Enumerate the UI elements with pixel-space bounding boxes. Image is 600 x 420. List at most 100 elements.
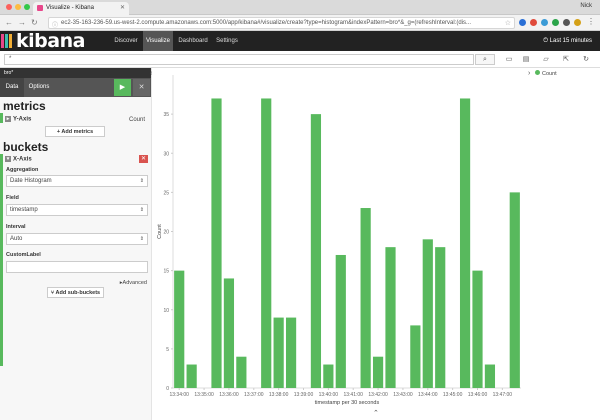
time-picker[interactable]: 🕘︎ Last 15 minutes: [543, 38, 592, 45]
histogram-bar[interactable]: [310, 114, 322, 388]
collapse-sidebar-icon[interactable]: ‹: [150, 70, 152, 77]
aggregation-label: Aggregation: [6, 167, 39, 173]
collapse-icon[interactable]: ▾: [5, 156, 11, 162]
histogram-bar[interactable]: [410, 325, 421, 388]
metrics-heading: metrics: [3, 99, 46, 113]
profile-name[interactable]: Nick: [580, 3, 592, 9]
histogram-bar[interactable]: [435, 247, 446, 388]
histogram-bar[interactable]: [174, 270, 185, 388]
chevron-updown-icon: ⇕: [139, 236, 144, 242]
y-axis-label: Y-Axis: [13, 116, 32, 123]
x-tick-label: 13:37:00: [244, 392, 264, 398]
url-field[interactable]: ⓘ ec2-35-163-236-59.us-west-2.compute.am…: [48, 17, 515, 29]
histogram-bar[interactable]: [472, 270, 483, 388]
histogram-bar[interactable]: [459, 98, 471, 388]
kibana-favicon-icon: [37, 5, 43, 11]
histogram-bar[interactable]: [223, 278, 235, 388]
interval-select[interactable]: Auto ⇕: [6, 233, 148, 245]
tab-options[interactable]: Options: [26, 78, 52, 97]
add-metrics-button[interactable]: + Add metrics: [45, 126, 105, 137]
buckets-heading: buckets: [3, 140, 49, 154]
extension-icon[interactable]: [563, 19, 570, 26]
open-icon[interactable]: ▱: [542, 56, 550, 64]
page-info-icon[interactable]: ⓘ: [52, 20, 58, 28]
address-bar-row: ← → ↻ ⓘ ec2-35-163-236-59.us-west-2.comp…: [0, 15, 600, 31]
reload-icon[interactable]: ↻: [31, 17, 38, 29]
close-icon: ✕: [140, 156, 147, 162]
field-select[interactable]: timestamp ⇕: [6, 204, 148, 216]
histogram-bar[interactable]: [186, 364, 197, 388]
tab-close-icon[interactable]: ✕: [120, 4, 125, 11]
save-icon[interactable]: ▤: [522, 56, 530, 64]
aggregation-select[interactable]: Date Histogram ⇕: [6, 175, 148, 187]
histogram-bar[interactable]: [261, 98, 272, 388]
tab-data[interactable]: Data: [0, 78, 24, 97]
histogram-bar[interactable]: [285, 317, 297, 388]
extension-icon[interactable]: [552, 19, 559, 26]
x-tick-label: 13:43:00: [393, 392, 413, 398]
window-controls: [6, 4, 30, 10]
metric-accent: [0, 113, 3, 123]
add-sub-buckets-button[interactable]: ⑂ Add sub-buckets: [47, 287, 104, 298]
extension-icon[interactable]: [519, 19, 526, 26]
remove-bucket-button[interactable]: ✕: [139, 155, 148, 163]
histogram-bar[interactable]: [484, 364, 496, 388]
x-tick-label: 13:44:00: [418, 392, 438, 398]
kibana-logo-text[interactable]: kibana: [16, 31, 85, 51]
x-tick-label: 13:47:00: [493, 392, 513, 398]
add-sub-buckets-label: Add sub-buckets: [55, 290, 101, 296]
discard-button[interactable]: ✕: [133, 79, 150, 96]
nav-settings[interactable]: Settings: [212, 31, 242, 51]
extension-icon[interactable]: [574, 19, 581, 26]
x-tick-label: 13:41:00: [343, 392, 363, 398]
bookmark-star-icon[interactable]: ☆: [505, 19, 511, 27]
vis-editor-sidebar: bro* Data Options ▶ ✕ metrics ▸ Y-Axis Co…: [0, 68, 152, 420]
maximize-window-icon[interactable]: [24, 4, 30, 10]
nav-visualize[interactable]: Visualize: [143, 31, 173, 51]
extension-icon[interactable]: [530, 19, 537, 26]
search-input[interactable]: *: [4, 54, 474, 65]
share-icon[interactable]: ⇱: [562, 56, 570, 64]
x-tick-label: 13:36:00: [219, 392, 239, 398]
apply-button[interactable]: ▶: [114, 79, 131, 96]
histogram-bar[interactable]: [273, 317, 284, 388]
histogram-bar[interactable]: [236, 356, 247, 388]
close-window-icon[interactable]: [6, 4, 12, 10]
extension-icon[interactable]: [541, 19, 548, 26]
back-icon[interactable]: ←: [5, 17, 13, 29]
histogram-bar[interactable]: [422, 239, 433, 388]
histogram-bar[interactable]: [211, 98, 222, 388]
histogram-bar[interactable]: [335, 254, 346, 388]
advanced-label: Advanced: [122, 280, 147, 286]
histogram-bar[interactable]: [509, 192, 520, 388]
x-axis-title: timestamp per 30 seconds: [315, 400, 380, 406]
refresh-icon[interactable]: ↻: [582, 56, 590, 64]
expand-icon[interactable]: ▸: [5, 116, 11, 122]
x-axis-row[interactable]: ▾ X-Axis: [5, 156, 32, 163]
nav-dashboard[interactable]: Dashboard: [175, 31, 211, 51]
custom-label-label: CustomLabel: [6, 252, 41, 258]
custom-label-input[interactable]: [6, 261, 148, 273]
x-tick-label: 13:46:00: [468, 392, 488, 398]
search-button[interactable]: ⌕: [475, 54, 495, 65]
index-pattern-label: bro*: [0, 68, 151, 78]
play-icon: ▶: [119, 84, 126, 91]
browser-menu-icon[interactable]: ⋮: [587, 17, 595, 26]
histogram-bar[interactable]: [323, 364, 334, 388]
new-visualization-icon[interactable]: ▭: [505, 56, 513, 64]
kibana-header: kibana Discover Visualize Dashboard Sett…: [0, 31, 600, 51]
field-value: timestamp: [10, 207, 38, 213]
advanced-toggle[interactable]: ▸Advanced: [120, 280, 147, 286]
histogram-bar[interactable]: [385, 247, 396, 388]
x-tick-label: 13:40:00: [319, 392, 339, 398]
x-tick-label: 13:34:00: [169, 392, 189, 398]
x-tick-label: 13:38:00: [269, 392, 289, 398]
minimize-window-icon[interactable]: [15, 4, 21, 10]
histogram-bar[interactable]: [360, 208, 371, 388]
forward-icon[interactable]: →: [18, 17, 26, 29]
y-axis-row[interactable]: ▸ Y-Axis: [5, 116, 31, 123]
histogram-bar[interactable]: [372, 356, 384, 388]
x-tick-label: 13:45:00: [443, 392, 463, 398]
browser-tab[interactable]: Visualize - Kibana ✕: [33, 2, 129, 15]
nav-discover[interactable]: Discover: [110, 31, 142, 51]
